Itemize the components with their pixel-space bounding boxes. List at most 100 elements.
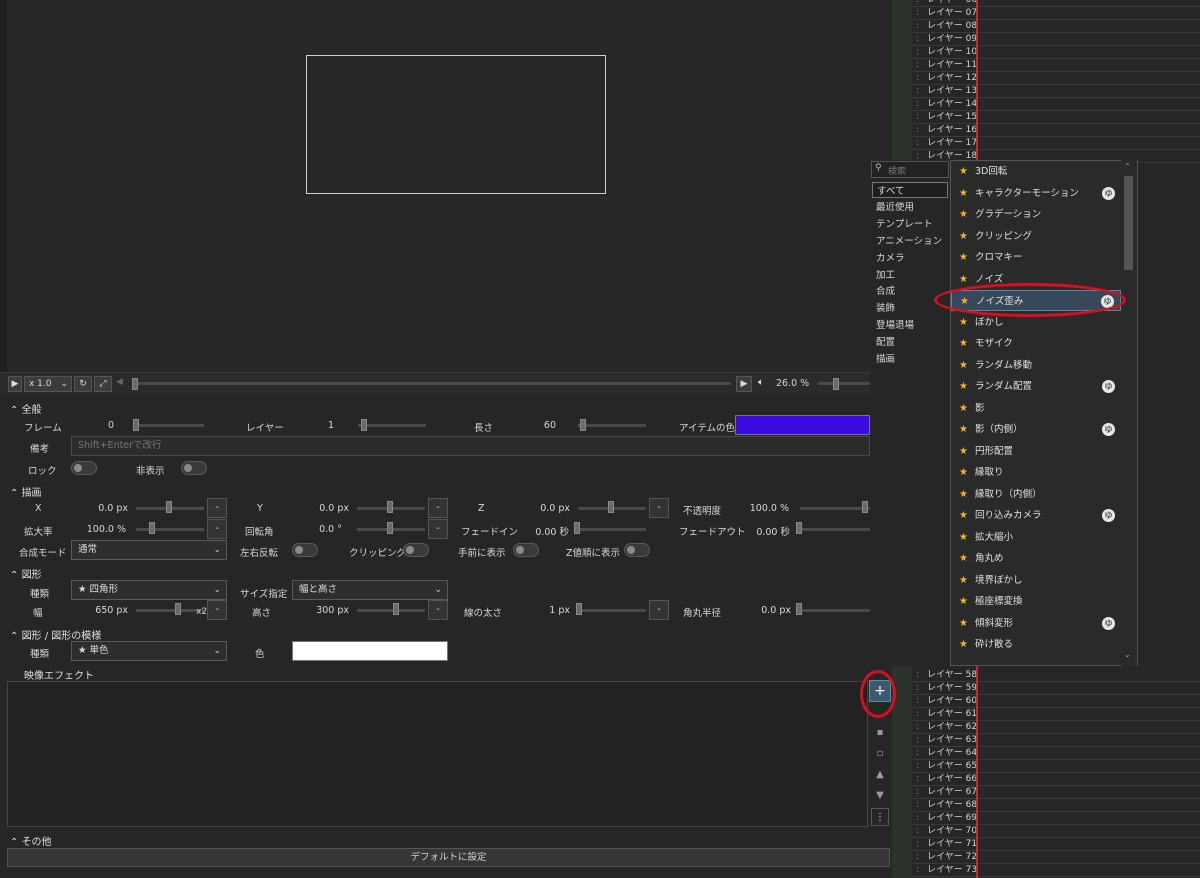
width-value[interactable]: 650 px (80, 605, 128, 616)
effect-item[interactable]: ★ キャラクターモーション ゆ (951, 183, 1121, 204)
category-item[interactable]: カメラ (876, 250, 905, 264)
zoom-thumb[interactable] (833, 378, 839, 390)
width-minus-button[interactable]: - (207, 600, 227, 620)
rotation-minus-button[interactable]: - (428, 519, 448, 539)
scroll-down-icon[interactable]: ⌄ (1124, 650, 1131, 659)
x-minus-button[interactable]: - (207, 498, 227, 518)
effect-item[interactable]: ★ 影 (951, 398, 1121, 419)
opacity-slider[interactable] (800, 507, 870, 510)
timeline-row[interactable]: : レイヤー 16 (912, 124, 1200, 137)
timeline-row[interactable]: : レイヤー 69 (912, 812, 1200, 825)
effect-item[interactable]: ★ 縁取り（内側） (951, 484, 1121, 505)
front-toggle[interactable] (513, 543, 539, 557)
timeline-row[interactable]: : レイヤー 65 (912, 760, 1200, 773)
effect-item[interactable]: ★ クロマキー (951, 247, 1121, 268)
effect-item[interactable]: ★ グラデーション (951, 204, 1121, 225)
effect-item[interactable]: ★ 極座標変換 (951, 591, 1121, 612)
timeline-row[interactable]: : レイヤー 62 (912, 721, 1200, 734)
scale-value[interactable]: 100.0 % (80, 524, 126, 535)
scale-minus-button[interactable]: - (207, 519, 227, 539)
timeline-row[interactable]: : レイヤー 67 (912, 786, 1200, 799)
timeline-row[interactable]: : レイヤー 10 (912, 46, 1200, 59)
fadeout-slider[interactable] (800, 528, 870, 531)
timeline-row[interactable]: : レイヤー 12 (912, 72, 1200, 85)
expand-icon[interactable]: ⤢ (94, 376, 112, 392)
zoom-track[interactable] (818, 382, 878, 385)
seek-track[interactable] (135, 382, 731, 385)
save-icon[interactable]: ▫ (871, 745, 889, 763)
timeline-row[interactable]: : レイヤー 70 (912, 825, 1200, 838)
category-item[interactable]: テンプレート (876, 216, 933, 230)
more-menu-button[interactable]: ⋮ (871, 808, 889, 826)
clip-toggle[interactable] (403, 543, 429, 557)
scale-slider[interactable] (136, 528, 204, 531)
effect-item[interactable]: ★ 境界ぼかし (951, 570, 1121, 591)
height-slider[interactable] (357, 609, 425, 612)
line-width-slider[interactable] (578, 609, 646, 612)
y-thumb[interactable] (387, 501, 393, 513)
opacity-thumb[interactable] (862, 501, 868, 513)
category-item[interactable]: 配置 (876, 334, 895, 348)
timeline-row[interactable]: : レイヤー 66 (912, 773, 1200, 786)
lock-toggle[interactable] (71, 461, 97, 475)
opacity-value[interactable]: 100.0 % (740, 503, 789, 514)
timeline-row[interactable]: : レイヤー 58 (912, 669, 1200, 682)
fadeout-value[interactable]: 0.00 秒 (740, 524, 790, 538)
effect-item[interactable]: ★ 3D回転 (951, 161, 1121, 182)
width-slider[interactable] (136, 609, 204, 612)
timeline-row[interactable]: : レイヤー 68 (912, 799, 1200, 812)
move-up-icon[interactable]: ▲ (871, 766, 889, 784)
height-thumb[interactable] (393, 603, 399, 615)
default-button[interactable]: デフォルトに設定 (7, 848, 890, 867)
effect-item[interactable]: ★ 傾斜変形 ゆ (951, 613, 1121, 634)
effect-item[interactable]: ★ 縁取り (951, 462, 1121, 483)
length-slider[interactable] (578, 424, 646, 427)
section-other[interactable]: ⌃ その他 (10, 833, 52, 848)
effect-item[interactable]: ★ 影（内側） ゆ (951, 419, 1121, 440)
effect-item[interactable]: ★ ランダム配置 ゆ (951, 376, 1121, 397)
x-value[interactable]: 0.0 px (80, 503, 128, 514)
corner-radius-slider[interactable] (800, 609, 870, 612)
timeline-row[interactable]: : レイヤー 71 (912, 838, 1200, 851)
section-shape[interactable]: ⌃ 図形 (10, 566, 42, 581)
x-thumb[interactable] (166, 501, 172, 513)
effect-list[interactable] (7, 681, 868, 827)
timeline-row[interactable]: : レイヤー 72 (912, 851, 1200, 864)
timeline-row[interactable]: : レイヤー 09 (912, 33, 1200, 46)
width-thumb[interactable] (175, 603, 181, 615)
fadein-thumb[interactable] (574, 522, 580, 534)
note-input[interactable]: Shift+Enterで改行 (71, 436, 870, 456)
timeline-row[interactable]: : レイヤー 13 (912, 85, 1200, 98)
timeline-row[interactable]: : レイヤー 64 (912, 747, 1200, 760)
height-value[interactable]: 300 px (300, 605, 349, 616)
hidden-toggle[interactable] (181, 461, 207, 475)
effect-item[interactable]: ★ クリッピング (951, 226, 1121, 247)
timeline-row[interactable]: : レイヤー 61 (912, 708, 1200, 721)
prev-frame-icon[interactable]: ◀ (116, 377, 123, 387)
effect-item[interactable]: ★ 砕け散る (951, 634, 1121, 655)
layer-thumb[interactable] (361, 419, 367, 431)
category-item[interactable]: 装飾 (876, 300, 895, 314)
paste-icon[interactable]: ▪ (871, 724, 889, 742)
popup-scrollbar[interactable]: ⌃ ⌄ (1121, 160, 1137, 666)
loop-icon[interactable]: ↻ (74, 376, 92, 392)
length-value[interactable]: 60 (530, 420, 556, 431)
flip-toggle[interactable] (292, 543, 318, 557)
play-icon[interactable]: ▶ (8, 376, 22, 392)
seek-thumb[interactable] (132, 378, 138, 390)
section-general[interactable]: ⌃ 全般 (10, 401, 42, 416)
timeline-row[interactable]: : レイヤー 11 (912, 59, 1200, 72)
shape-kind-select[interactable]: ★ 四角形 ⌄ (71, 580, 227, 600)
effect-item[interactable]: ★ 回り込みカメラ ゆ (951, 505, 1121, 526)
category-item[interactable]: 描画 (876, 351, 895, 365)
section-draw[interactable]: ⌃ 描画 (10, 484, 42, 499)
scroll-thumb[interactable] (1124, 176, 1133, 270)
pattern-kind-select[interactable]: ★ 単色 ⌄ (71, 641, 227, 661)
timeline-row[interactable]: : レイヤー 06 (912, 0, 1200, 7)
blend-select[interactable]: 通常 ⌄ (71, 540, 227, 560)
move-down-icon[interactable]: ▼ (871, 787, 889, 805)
volume-icon[interactable]: 🔈︎ (758, 377, 764, 388)
next-frame-icon[interactable]: ▶ (736, 376, 752, 392)
pattern-color-swatch[interactable] (292, 641, 448, 661)
rotation-thumb[interactable] (387, 522, 393, 534)
